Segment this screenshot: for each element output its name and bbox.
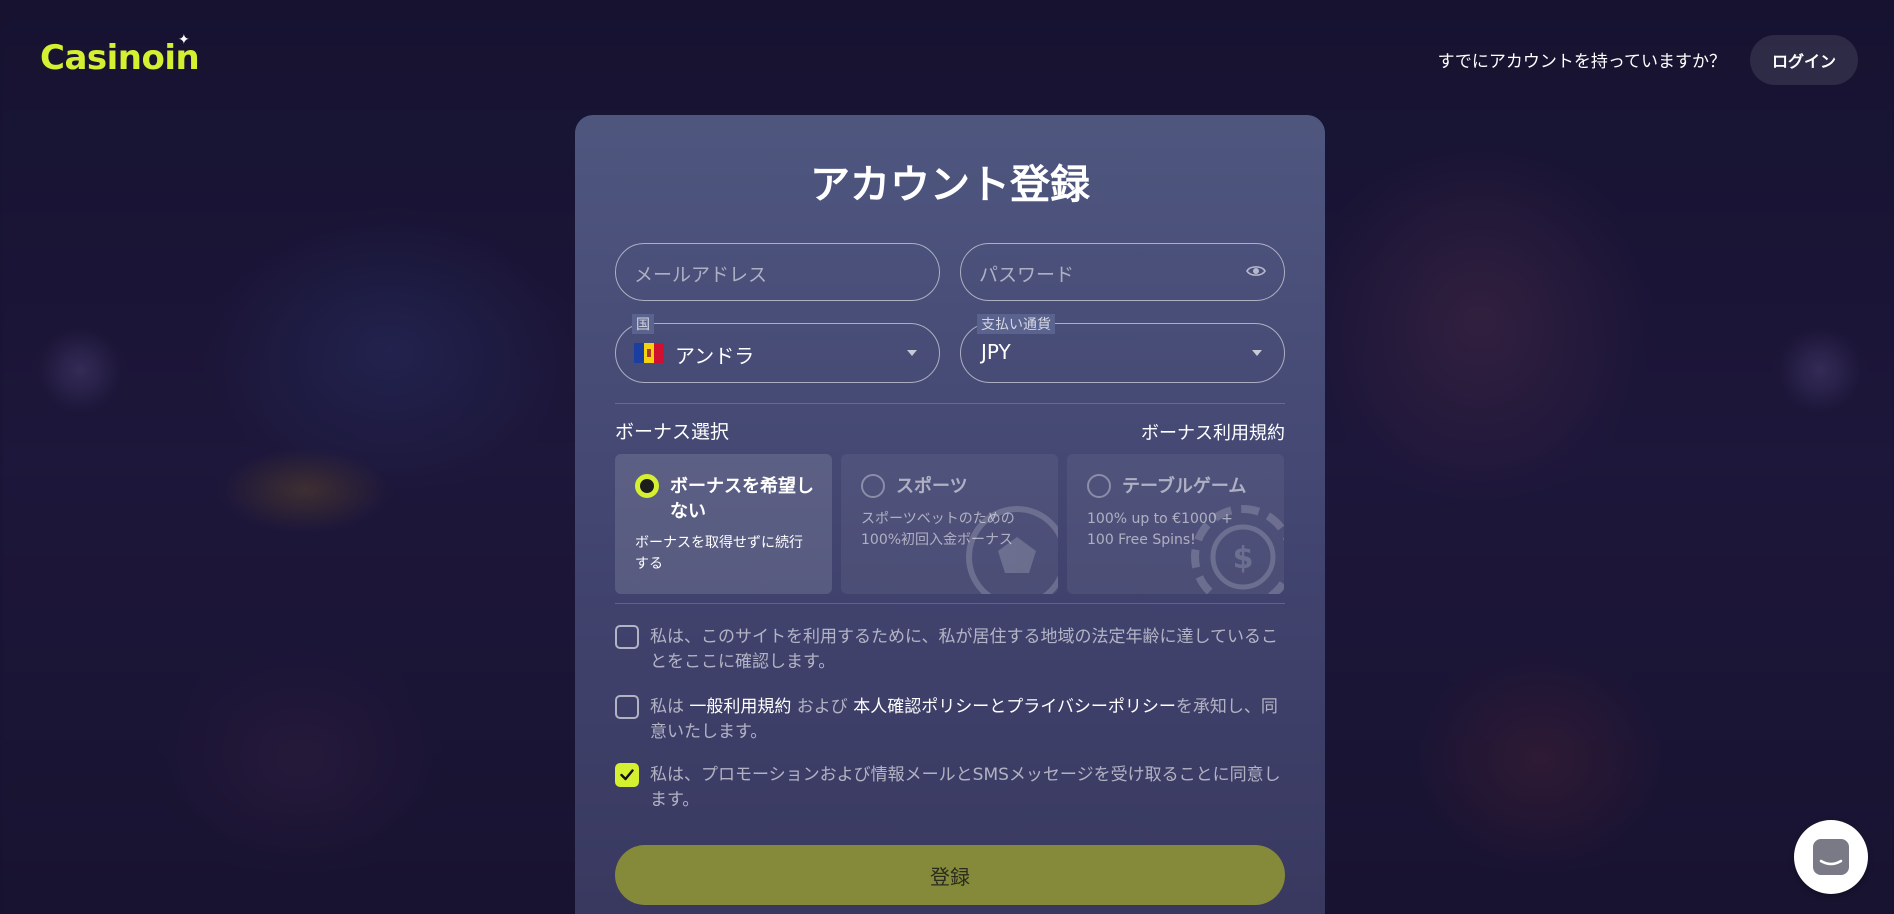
promo-consent-text: 私は、プロモーションおよび情報メールとSMSメッセージを受け取ることに同意します… (650, 765, 1281, 810)
password-field[interactable]: パスワード (960, 243, 1285, 301)
currency-value: JPY (981, 340, 1011, 364)
country-label: 国 (632, 314, 654, 334)
password-placeholder: パスワード (979, 264, 1075, 286)
radio-selected[interactable] (635, 474, 659, 498)
bonus-option-title: スポーツ (896, 476, 968, 497)
age-confirm-text: 私は、このサイトを利用するために、私が居住する地域の法定年齢に達していることをこ… (650, 627, 1278, 672)
bonus-section-label: ボーナス選択 (615, 421, 730, 443)
currency-label: 支払い通貨 (977, 314, 1055, 334)
eye-icon[interactable] (1246, 263, 1266, 282)
currency-select[interactable]: 支払い通貨 JPY (960, 314, 1285, 383)
chat-icon (1813, 839, 1849, 875)
general-terms-link[interactable]: 一般利用規約 (689, 697, 791, 717)
terms-checkbox[interactable] (615, 695, 639, 719)
andorra-flag-icon (634, 343, 664, 363)
chevron-down-icon (1252, 350, 1262, 356)
bonus-option-table-games[interactable]: テーブルゲーム 100% up to €1000 + 100 Free Spin… (1067, 454, 1284, 594)
checkmark-icon (620, 769, 634, 781)
has-account-text: すでにアカウントを持っていますか？ (1437, 52, 1726, 72)
bonus-terms-link[interactable]: ボーナス利用規約 (1141, 419, 1285, 445)
terms-prefix: 私は (650, 697, 690, 717)
chevron-down-icon (907, 350, 917, 356)
svg-text:$: $ (1233, 541, 1254, 576)
bonus-option-none[interactable]: ボーナスを希望しない ボーナスを取得せずに続行する (615, 454, 832, 594)
promo-consent-row: 私は、プロモーションおよび情報メールとSMSメッセージを受け取ることに同意します… (615, 763, 1285, 815)
age-checkbox[interactable] (615, 625, 639, 649)
email-placeholder: メールアドレス (634, 264, 768, 286)
page-title: アカウント登録 (810, 162, 1090, 208)
chat-widget-button[interactable] (1794, 820, 1868, 894)
privacy-policy-link[interactable]: 本人確認ポリシーとプライバシーポリシー (853, 697, 1176, 717)
terms-confirm-text: 私は 一般利用規約 および 本人確認ポリシーとプライバシーポリシーを承知し、同意… (650, 695, 1285, 745)
divider (615, 603, 1285, 604)
logo-text: Casinoin (40, 38, 200, 78)
login-button[interactable]: ログイン (1750, 35, 1858, 85)
registration-card: アカウント登録 メールアドレス パスワード 国 アンドラ 支払い通貨 JPY ボ… (575, 115, 1325, 914)
bonus-option-title: テーブルゲーム (1122, 476, 1247, 497)
promo-checkbox[interactable] (615, 763, 639, 787)
casinoin-logo[interactable]: Casinoin ✦ (40, 32, 200, 78)
terms-confirm-row: 私は 一般利用規約 および 本人確認ポリシーとプライバシーポリシーを承知し、同意… (615, 695, 1285, 747)
register-button[interactable]: 登録 (615, 845, 1285, 905)
country-value: アンドラ (675, 344, 755, 368)
terms-mid: および (791, 697, 854, 717)
age-confirm-row: 私は、このサイトを利用するために、私が居住する地域の法定年齢に達していることをこ… (615, 625, 1285, 677)
radio-unselected[interactable] (1087, 474, 1111, 498)
email-field[interactable]: メールアドレス (615, 243, 940, 301)
casino-chip-icon: $ (1188, 502, 1284, 594)
bonus-option-desc: ボーナスを取得せずに続行する (635, 535, 803, 572)
divider (615, 403, 1285, 404)
country-select[interactable]: 国 アンドラ (615, 314, 940, 383)
soccer-ball-icon (962, 502, 1058, 594)
bonus-option-sports[interactable]: スポーツ スポーツベットのための100%初回入金ボーナス (841, 454, 1058, 594)
radio-unselected[interactable] (861, 474, 885, 498)
bonus-option-title: ボーナスを希望しない (670, 476, 814, 522)
sparkle-icon: ✦ (178, 32, 190, 48)
